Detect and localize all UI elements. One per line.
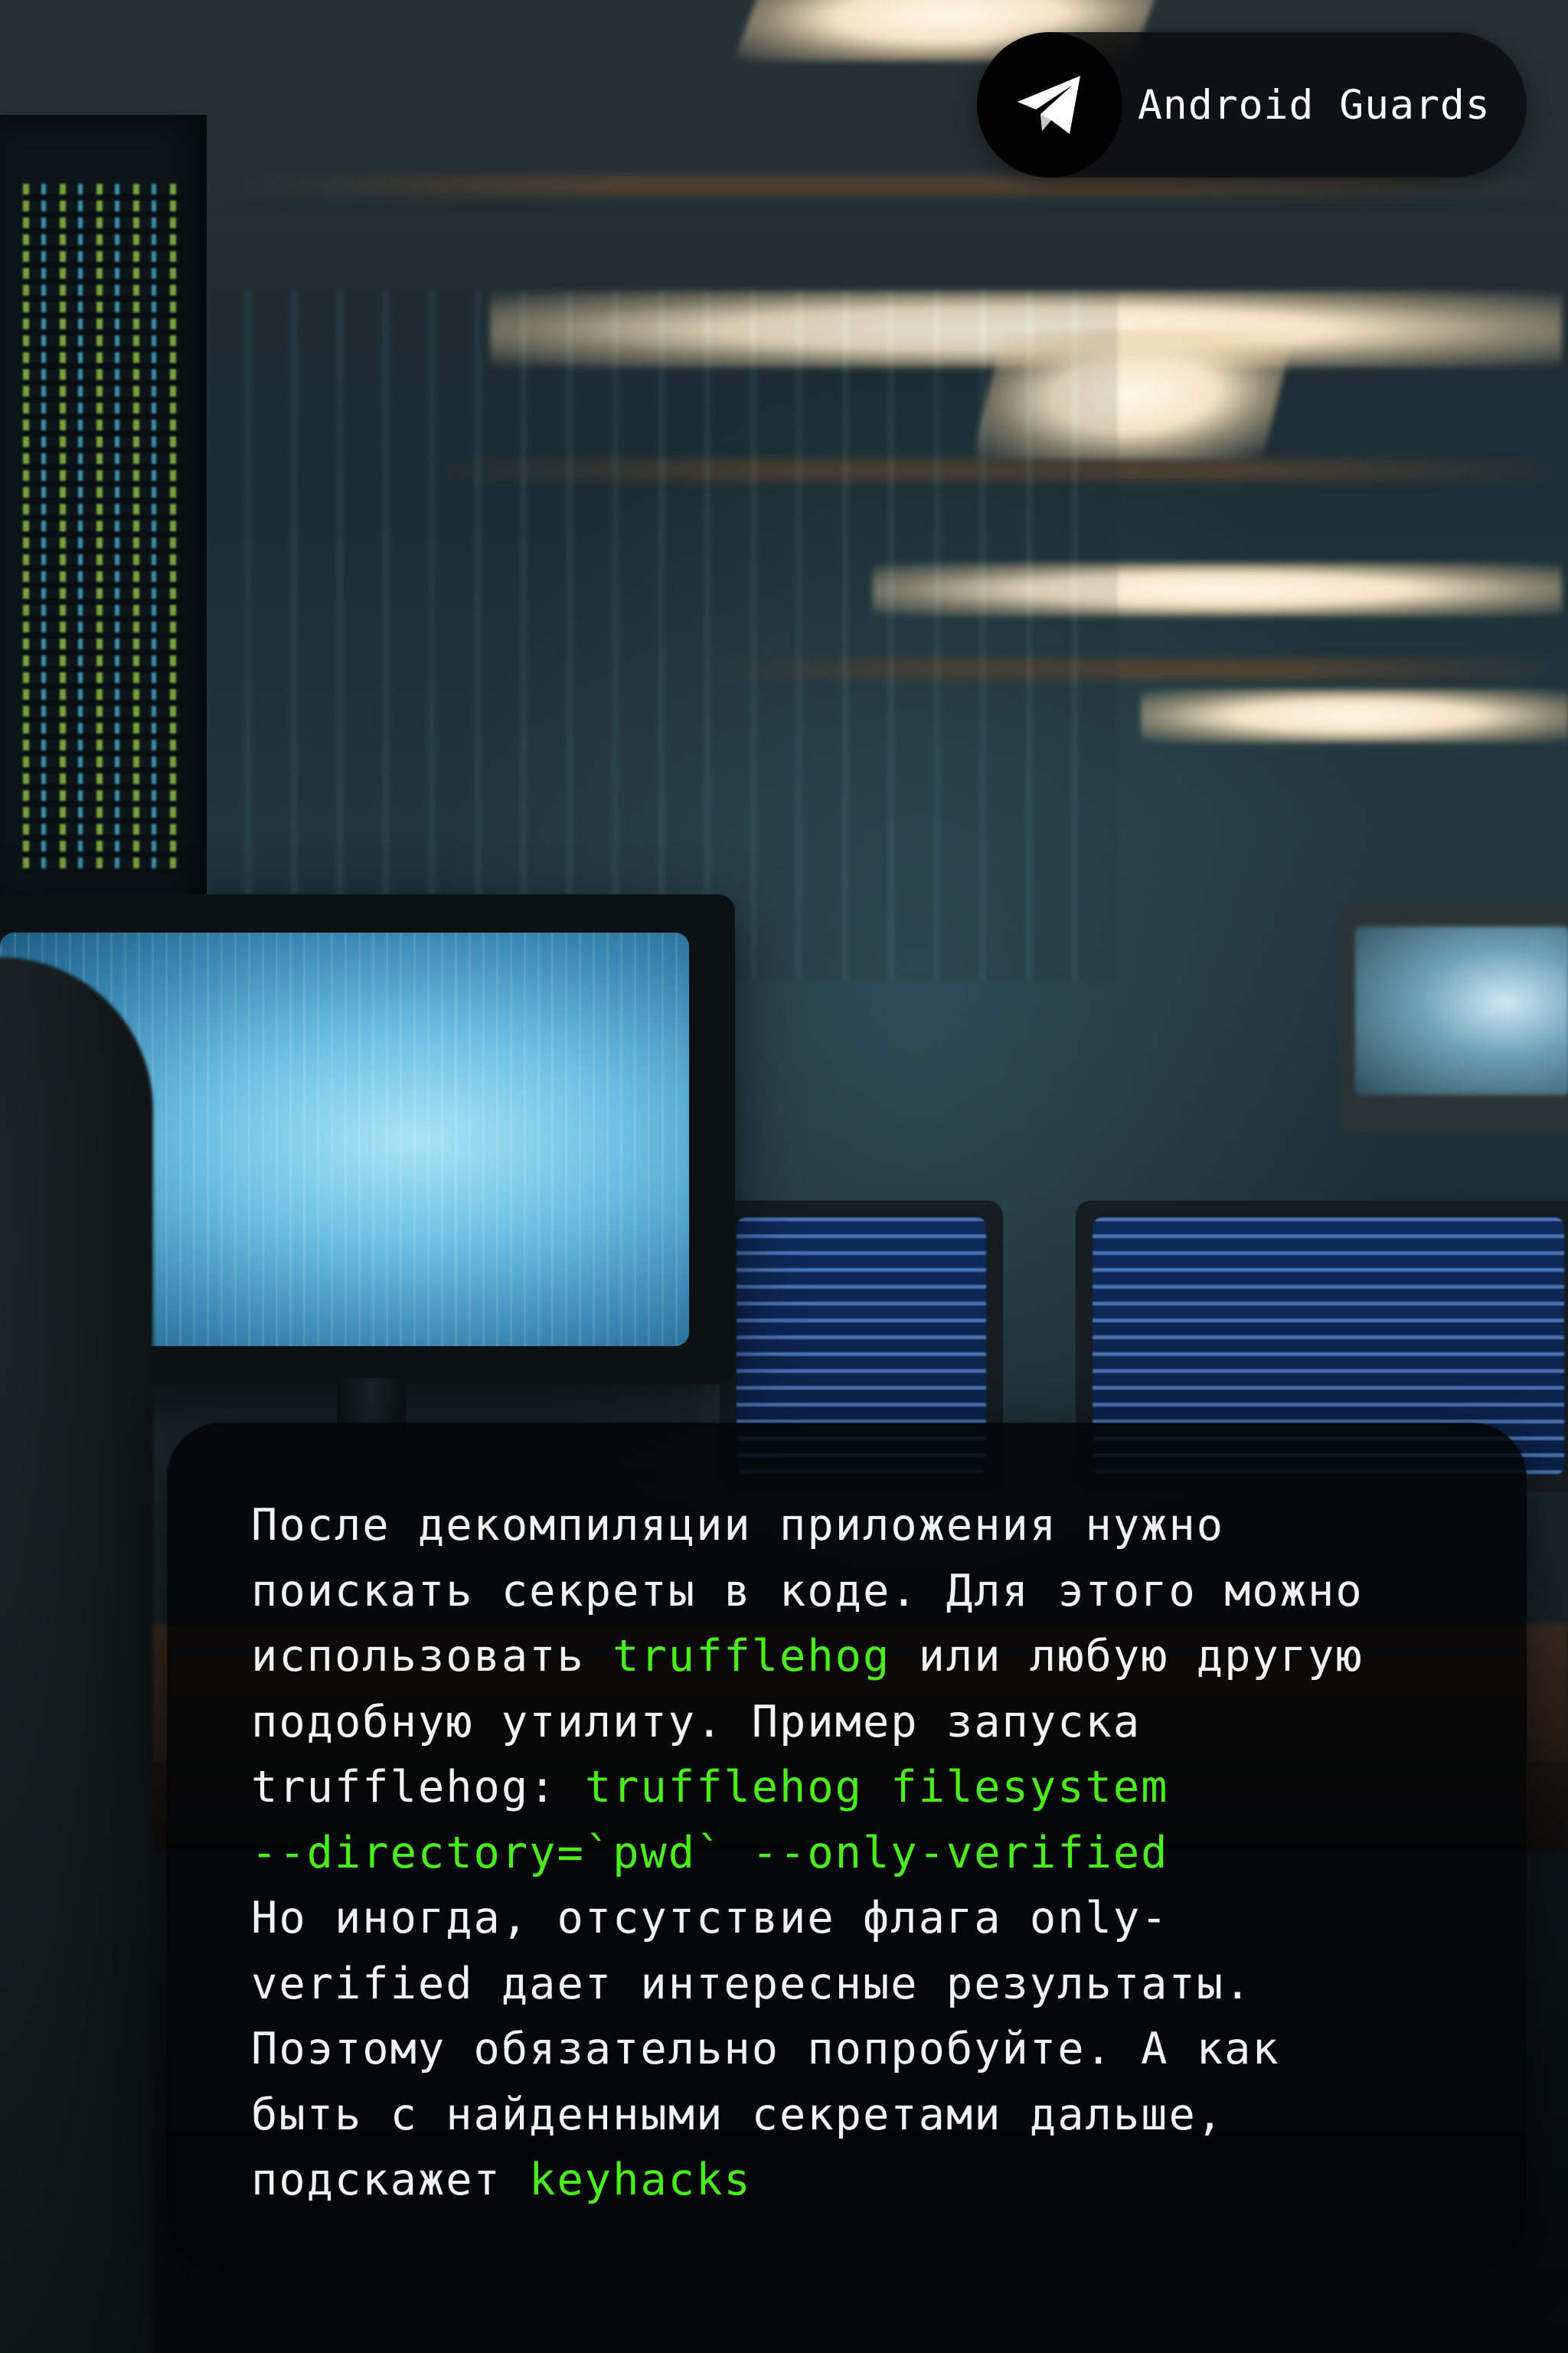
- text-segment: подобную утилиту. Пример запуска: [251, 1696, 1142, 1747]
- text-segment: Поэтому обязательно попробуйте. А как: [251, 2024, 1280, 2074]
- text-line: trufflehog: trufflehog filesystem: [251, 1755, 1476, 1821]
- text-line: подскажет keyhacks: [251, 2148, 1476, 2214]
- channel-badge[interactable]: Android Guards: [977, 32, 1527, 178]
- ceiling-light: [1141, 689, 1568, 743]
- text-line: быть с найденными секретами дальше,: [251, 2083, 1476, 2149]
- highlighted-term: keyhacks: [529, 2155, 752, 2205]
- text-line: Поэтому обязательно попробуйте. А как: [251, 2017, 1476, 2083]
- ceiling-beam: [214, 175, 1568, 196]
- text-segment: После декомпиляции приложения нужно: [251, 1500, 1225, 1551]
- text-line: verified дает интересные результаты.: [251, 1952, 1476, 2018]
- far-monitor: [1340, 904, 1568, 1133]
- text-line: После декомпиляции приложения нужно: [251, 1493, 1476, 1559]
- server-rack-lights: [23, 184, 184, 873]
- highlighted-term: --directory=`pwd` --only-verified: [251, 1827, 1169, 1878]
- text-segment: verified дает интересные результаты.: [251, 1958, 1253, 2009]
- text-line: подобную утилиту. Пример запуска: [251, 1690, 1476, 1756]
- text-segment: или любую другую: [890, 1631, 1364, 1681]
- text-segment: Но иногда, отсутствие флага only-: [251, 1893, 1169, 1943]
- card-body-text: После декомпиляции приложения нужно поиск…: [251, 1493, 1476, 2214]
- highlighted-term: trufflehog: [612, 1631, 891, 1681]
- wall-panels: [199, 291, 1118, 980]
- highlighted-term: trufflehog filesystem: [584, 1762, 1169, 1812]
- text-segment: быть с найденными секретами дальше,: [251, 2089, 1225, 2140]
- text-segment: trufflehog:: [251, 1762, 585, 1812]
- text-line: Но иногда, отсутствие флага only-: [251, 1886, 1476, 1952]
- text-segment: поискать секреты в коде. Для этого можно: [251, 1565, 1364, 1616]
- text-line: поискать секреты в коде. Для этого можно: [251, 1559, 1476, 1625]
- text-card: После декомпиляции приложения нужно поиск…: [167, 1423, 1527, 2271]
- text-line: использовать trufflehog или любую другую: [251, 1624, 1476, 1690]
- text-segment: использовать: [251, 1631, 613, 1681]
- telegram-paper-plane-icon: [977, 32, 1122, 178]
- person-silhouette: [0, 957, 153, 2353]
- text-segment: подскажет: [251, 2155, 530, 2205]
- channel-name: Android Guards: [1138, 81, 1491, 129]
- story-slide: Android Guards После декомпиляции прилож…: [0, 0, 1568, 2353]
- paper-plane-glyph: [1018, 76, 1080, 134]
- text-line: --directory=`pwd` --only-verified: [251, 1821, 1476, 1887]
